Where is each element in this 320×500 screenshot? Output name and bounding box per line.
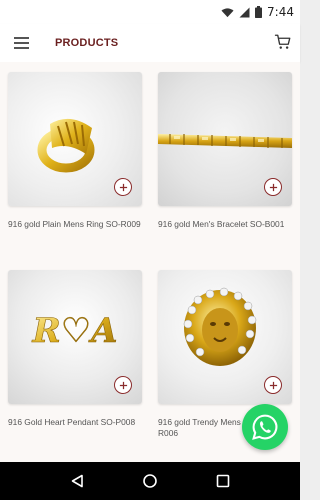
recents-button[interactable]: [214, 472, 232, 490]
status-bar: 7:44: [0, 0, 300, 24]
back-button[interactable]: [68, 472, 86, 490]
status-time: 7:44: [267, 5, 294, 19]
product-name: 916 Gold Heart Pendant SO-P008: [8, 417, 136, 427]
add-to-cart-button[interactable]: [264, 178, 282, 196]
add-to-cart-button[interactable]: [264, 376, 282, 394]
recents-icon: [217, 474, 230, 488]
product-image-trendy-mens-ring[interactable]: [158, 270, 292, 404]
product-image-heart-pendant[interactable]: R♡A: [8, 270, 142, 404]
product-name: 916 gold Men's Bracelet SO-B001: [158, 219, 285, 229]
back-icon: [71, 474, 83, 488]
add-icon: [269, 183, 277, 191]
add-to-cart-button[interactable]: [114, 376, 132, 394]
product-name: 916 gold Plain Mens Ring SO-R009: [8, 219, 141, 229]
home-icon: [143, 474, 157, 488]
whatsapp-button[interactable]: [242, 404, 288, 450]
pendant-engraving: R♡A: [31, 311, 117, 351]
wifi-icon: [221, 7, 234, 17]
app-bar: PRODUCTS: [0, 24, 300, 62]
battery-icon: [255, 6, 263, 18]
product-card[interactable]: 916 gold Men's Bracelet SO-B001: [158, 72, 292, 230]
signal-icon: [239, 7, 250, 17]
system-navigation-bar: [0, 462, 300, 500]
add-icon: [269, 381, 277, 389]
menu-icon[interactable]: [14, 35, 36, 51]
product-card[interactable]: 916 gold Plain Mens Ring SO-R009: [8, 72, 142, 230]
add-icon: [119, 381, 127, 389]
product-image-mens-bracelet[interactable]: [158, 72, 292, 206]
product-grid: 916 gold Plain Mens Ring SO-R009 916 gol…: [0, 62, 300, 462]
add-icon: [119, 183, 127, 191]
home-button[interactable]: [141, 472, 159, 490]
add-to-cart-button[interactable]: [114, 178, 132, 196]
page-title: PRODUCTS: [55, 37, 119, 49]
product-image-mens-ring[interactable]: [8, 72, 142, 206]
whatsapp-icon: [252, 414, 278, 440]
product-card[interactable]: R♡A 916 Gold Heart Pendant SO-P008: [8, 270, 142, 428]
cart-icon[interactable]: [274, 33, 292, 51]
